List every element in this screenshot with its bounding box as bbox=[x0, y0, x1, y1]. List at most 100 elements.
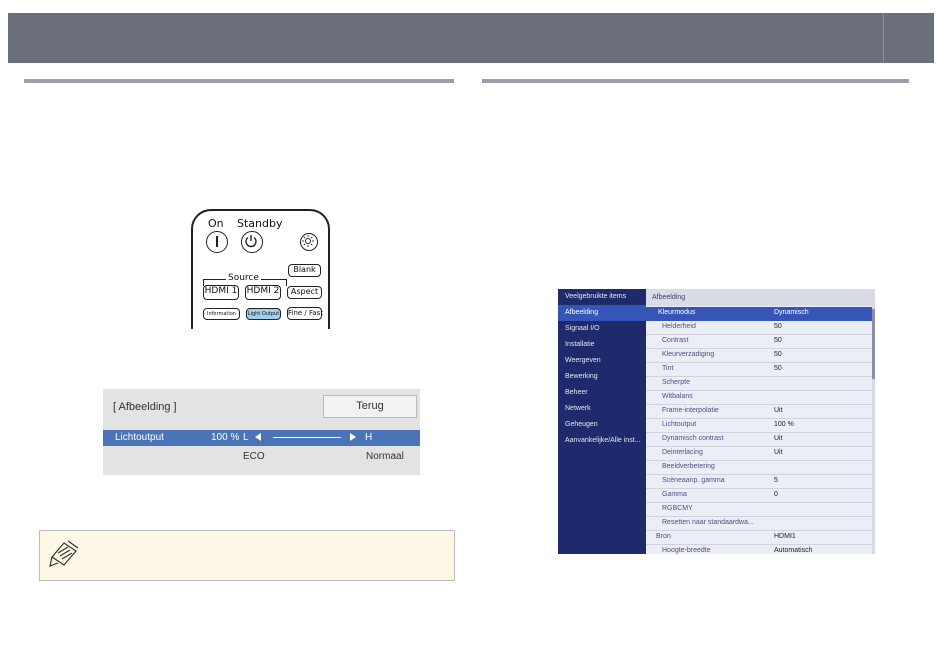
menu-row-value: Uit bbox=[774, 449, 783, 456]
hdmi2-button[interactable]: HDMI 2 bbox=[245, 285, 281, 300]
menu-row-value: 100 % bbox=[774, 421, 794, 428]
light-output-value: 100 % bbox=[211, 432, 240, 443]
menu-row-label: RGBCMY bbox=[662, 505, 693, 512]
menu-row-lichtoutput[interactable]: Lichtoutput 100 % bbox=[646, 419, 872, 433]
sidebar-item-bewerking[interactable]: Bewerking bbox=[558, 369, 646, 385]
information-button[interactable]: Information bbox=[203, 308, 240, 320]
standby-button[interactable] bbox=[241, 231, 263, 253]
menu-panel-header: Afbeelding bbox=[646, 289, 872, 306]
menu-row-label: Frame-interpolatie bbox=[662, 407, 719, 414]
hdmi1-button[interactable]: HDMI 1 bbox=[203, 285, 239, 300]
menu-row-value: Uit bbox=[774, 435, 783, 442]
low-label: L bbox=[243, 432, 249, 443]
sidebar-item-beheer[interactable]: Beheer bbox=[558, 385, 646, 401]
blank-button[interactable]: Blank bbox=[288, 264, 321, 277]
sidebar-item-signaal-io[interactable]: Signaal I/O bbox=[558, 321, 646, 337]
right-arrow-icon[interactable] bbox=[350, 433, 356, 444]
menu-row-contrast[interactable]: Contrast 50 bbox=[646, 335, 872, 349]
menu-row-value: HDMI1 bbox=[774, 533, 796, 540]
standby-label: Standby bbox=[237, 217, 283, 230]
menu-row-bron[interactable]: Bron HDMI1 bbox=[646, 531, 872, 545]
menu-main-panel: Afbeelding Kleurmodus Dynamisch Helderhei… bbox=[646, 289, 872, 554]
back-button[interactable]: Terug bbox=[323, 395, 417, 418]
menu-row-helderheid[interactable]: Helderheid 50 bbox=[646, 321, 872, 335]
sidebar-item-aanvankelijke[interactable]: Aanvankelijke/Alle inst... bbox=[558, 433, 646, 449]
aspect-button[interactable]: Aspect bbox=[287, 286, 322, 299]
sidebar-item-afbeelding[interactable]: Afbeelding bbox=[558, 305, 646, 321]
menu-row-value: Dynamisch bbox=[774, 309, 809, 316]
menu-row-label: Contrast bbox=[662, 337, 689, 344]
menu-row-label: Scèneaanp. gamma bbox=[662, 477, 725, 484]
menu-row-kleurverzadiging[interactable]: Kleurverzadiging 50 bbox=[646, 349, 872, 363]
remote-control: On Standby Blank Source HDMI 1 HDMI 2 As… bbox=[191, 209, 332, 329]
menu-row-scherpte[interactable]: Scherpte bbox=[646, 377, 872, 391]
menu-row-value: Automatisch bbox=[774, 547, 813, 554]
menu-row-label: Tint bbox=[662, 365, 674, 372]
note-box bbox=[39, 530, 455, 581]
menu-row-label: Resetten naar standaardwa... bbox=[662, 519, 754, 526]
normal-label: Normaal bbox=[366, 451, 404, 462]
menu-row-witbalans[interactable]: Witbalans bbox=[646, 391, 872, 405]
menu-row-value: 50 bbox=[774, 337, 782, 344]
sidebar-item-geheugen[interactable]: Geheugen bbox=[558, 417, 646, 433]
menu-row-value: 0 bbox=[774, 491, 778, 498]
menu-row-beeldverbetering[interactable]: Beeldverbetering bbox=[646, 461, 872, 475]
header-bar bbox=[8, 13, 934, 63]
light-sun-icon bbox=[302, 235, 314, 247]
right-section-rule bbox=[482, 79, 909, 83]
menu-row-label: Deinterlacing bbox=[662, 449, 703, 456]
menu-row-label: Hoogte-breedte bbox=[662, 547, 711, 554]
menu-row-label: Kleurmodus bbox=[658, 309, 696, 316]
high-label: H bbox=[365, 432, 373, 443]
menu-row-label: Beeldverbetering bbox=[662, 463, 715, 470]
light-output-button[interactable]: Light Output bbox=[246, 308, 281, 320]
fine-fast-button[interactable]: Fine / Fast bbox=[287, 307, 323, 320]
light-output-row[interactable]: Lichtoutput 100 % L H bbox=[103, 430, 420, 446]
light-button[interactable] bbox=[300, 233, 318, 251]
light-output-label: Lichtoutput bbox=[115, 432, 164, 443]
menu-row-label: Helderheid bbox=[662, 323, 696, 330]
left-arrow-icon[interactable] bbox=[255, 433, 261, 444]
header-divider bbox=[883, 13, 884, 63]
menu-row-value: 50 bbox=[774, 323, 782, 330]
sidebar-item-netwerk[interactable]: Netwerk bbox=[558, 401, 646, 417]
afbeelding-dialog: [ Afbeelding ] Terug Lichtoutput 100 % L… bbox=[103, 389, 420, 475]
menu-row-value: 50 bbox=[774, 365, 782, 372]
power-icon bbox=[216, 236, 218, 247]
menu-row-label: Kleurverzadiging bbox=[662, 351, 715, 358]
menu-row-label: Bron bbox=[656, 533, 671, 540]
menu-row-label: Scherpte bbox=[662, 379, 691, 386]
on-label: On bbox=[208, 217, 224, 230]
projector-menu: Veelgebruikte items Afbeelding Signaal I… bbox=[558, 289, 875, 554]
sidebar-item-weergeven[interactable]: Weergeven bbox=[558, 353, 646, 369]
menu-row-label: Witbalans bbox=[662, 393, 693, 400]
menu-row-hoogte-breedte[interactable]: Hoogte-breedte Automatisch bbox=[646, 545, 872, 554]
power-on-button[interactable] bbox=[206, 231, 228, 253]
menu-scrollbar[interactable] bbox=[872, 289, 875, 554]
sidebar-item-veelgebruikte-items[interactable]: Veelgebruikte items bbox=[558, 289, 646, 305]
menu-scrollbar-thumb[interactable] bbox=[872, 309, 875, 379]
menu-row-kleurmodus[interactable]: Kleurmodus Dynamisch bbox=[646, 307, 872, 321]
source-label: Source bbox=[226, 273, 261, 283]
standby-power-icon bbox=[245, 235, 257, 248]
menu-row-resetten[interactable]: Resetten naar standaardwa... bbox=[646, 517, 872, 531]
menu-row-value: Uit bbox=[774, 407, 783, 414]
menu-row-label: Gamma bbox=[662, 491, 687, 498]
menu-row-rgbcmy[interactable]: RGBCMY bbox=[646, 503, 872, 517]
sidebar-item-installatie[interactable]: Installatie bbox=[558, 337, 646, 353]
menu-row-value: 50 bbox=[774, 351, 782, 358]
menu-row-label: Dynamisch contrast bbox=[662, 435, 724, 442]
menu-row-deinterlacing[interactable]: Deinterlacing Uit bbox=[646, 447, 872, 461]
eco-label: ECO bbox=[243, 451, 265, 462]
menu-row-dynamisch-contrast[interactable]: Dynamisch contrast Uit bbox=[646, 433, 872, 447]
menu-row-value: 5 bbox=[774, 477, 778, 484]
left-section-rule bbox=[24, 79, 454, 83]
menu-row-gamma[interactable]: Gamma 0 bbox=[646, 489, 872, 503]
menu-row-frame-interpolatie[interactable]: Frame-interpolatie Uit bbox=[646, 405, 872, 419]
menu-row-sceneaanp-gamma[interactable]: Scèneaanp. gamma 5 bbox=[646, 475, 872, 489]
note-pencil-icon bbox=[49, 540, 79, 567]
light-output-slider[interactable] bbox=[273, 437, 341, 438]
dialog-title: [ Afbeelding ] bbox=[113, 401, 177, 413]
menu-row-tint[interactable]: Tint 50 bbox=[646, 363, 872, 377]
menu-sidebar: Veelgebruikte items Afbeelding Signaal I… bbox=[558, 289, 646, 554]
